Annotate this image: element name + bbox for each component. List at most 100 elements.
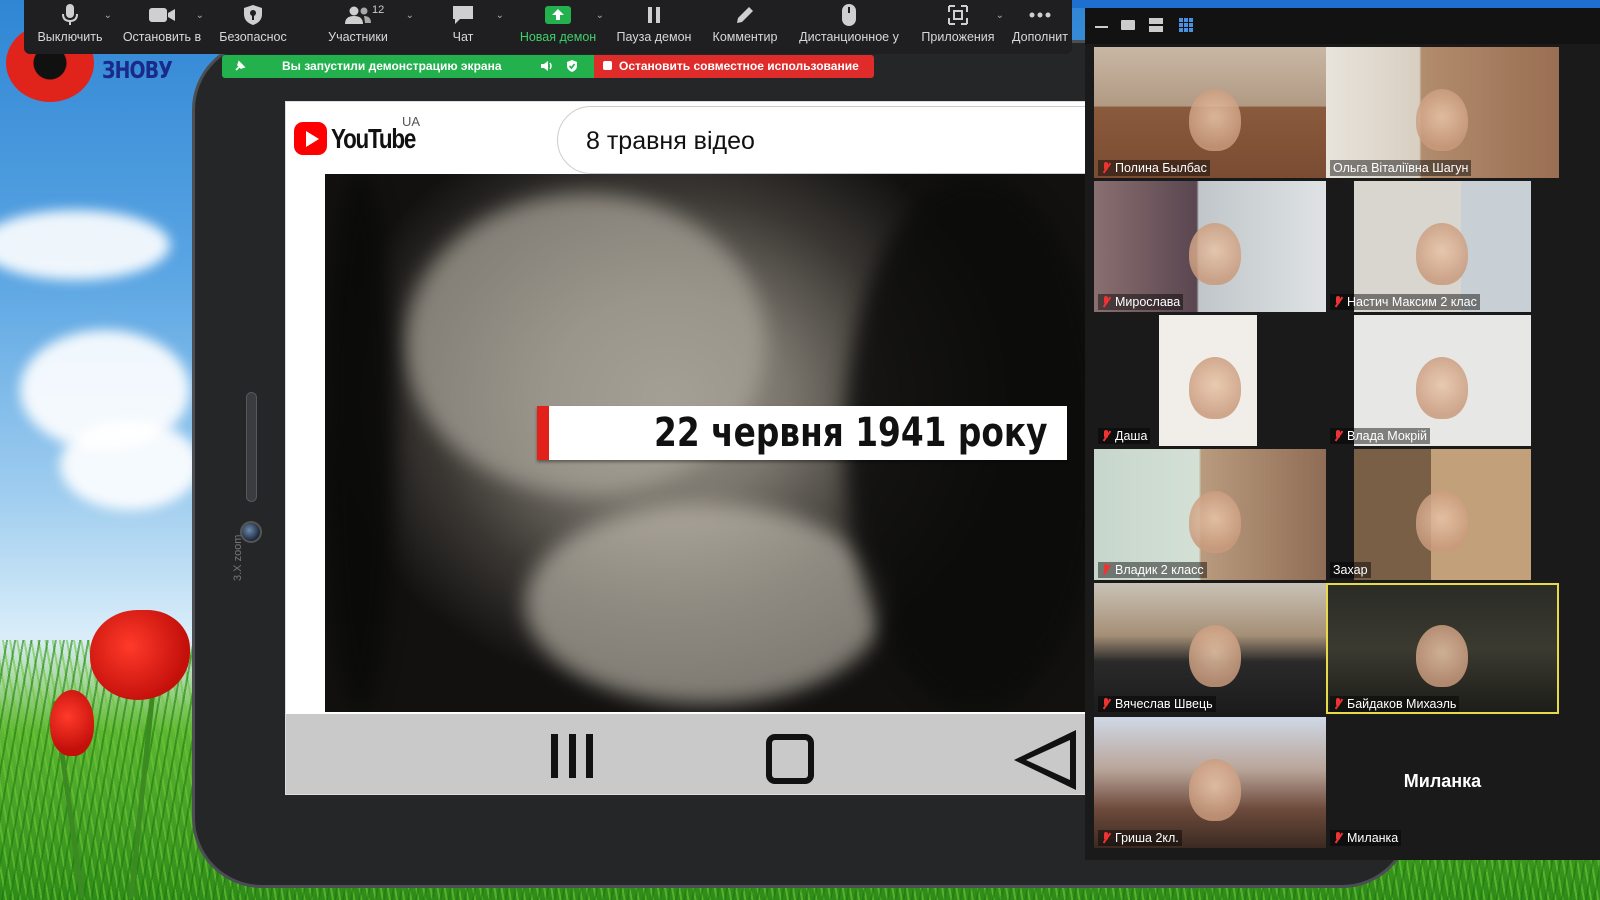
gallery-view-icon[interactable]	[1179, 18, 1193, 32]
cloud	[60, 420, 200, 510]
toolbar-button-share-screen[interactable]: ⌄ Новая демон	[508, 0, 608, 54]
toolbar-label: Выключить	[37, 30, 103, 44]
muted-microphone-icon	[1333, 698, 1343, 710]
toolbar-button-shield[interactable]: Безопаснос	[208, 0, 298, 54]
participant-tile[interactable]: Байдаков Михаэль	[1326, 583, 1559, 714]
participant-video-face	[1189, 625, 1241, 687]
gallery-header	[1085, 8, 1600, 44]
participant-tile[interactable]: Настич Максим 2 клас	[1326, 181, 1559, 312]
toolbar-button-microphone[interactable]: ⌄ Выключить	[24, 0, 116, 54]
participant-tile[interactable]: Ольга Віталіївна Шагун	[1326, 47, 1559, 178]
toolbar-button-pause[interactable]: Пауза демон	[608, 0, 700, 54]
stop-share-button[interactable]: Остановить совместное использование	[594, 55, 874, 78]
participant-name: Настич Максим 2 клас	[1347, 295, 1477, 309]
participant-name-tag: Захар	[1330, 562, 1371, 578]
participant-name: Миланка	[1347, 831, 1399, 845]
mouse-icon	[829, 0, 869, 30]
participant-placeholder-name: Миланка	[1403, 771, 1482, 791]
home-icon[interactable]	[766, 734, 814, 784]
muted-microphone-icon	[1101, 698, 1111, 710]
video-date-caption: 22 червня 1941 року	[537, 406, 1067, 460]
muted-microphone-icon	[1101, 296, 1111, 308]
chevron-down-icon[interactable]: ⌄	[996, 10, 1004, 21]
cloud	[0, 210, 170, 280]
stop-icon	[603, 61, 612, 70]
participant-tile[interactable]: Полина Былбас	[1094, 47, 1327, 178]
toolbar-label: Чат	[452, 30, 474, 44]
youtube-search-input[interactable]: 8 травня відео	[557, 106, 1085, 174]
participant-name-tag: Байдаков Михаэль	[1330, 696, 1460, 712]
participant-name: Владик 2 класс	[1115, 563, 1204, 577]
share-screen-icon	[538, 0, 578, 30]
pencil-icon	[725, 0, 765, 30]
back-icon[interactable]	[1014, 730, 1076, 790]
participant-tile[interactable]: Вячеслав Швець	[1094, 583, 1327, 714]
participant-name: Ольга Віталіївна Шагун	[1333, 161, 1469, 175]
android-navigation-bar	[286, 714, 1085, 794]
toolbar-label: Пауза демон	[616, 30, 692, 44]
muted-microphone-icon	[1101, 564, 1111, 576]
toolbar-label: Новая демон	[519, 30, 597, 44]
chevron-down-icon[interactable]: ⌄	[196, 10, 204, 21]
participant-video-face	[1189, 89, 1241, 151]
toolbar-label: Дополнит	[1012, 30, 1068, 44]
participant-tile[interactable]: Захар	[1326, 449, 1559, 580]
toolbar-label: Остановить в	[122, 30, 202, 44]
chevron-down-icon[interactable]: ⌄	[406, 10, 414, 21]
toolbar-button-participants[interactable]: 12 ⌄ Участники	[298, 0, 418, 54]
participant-tile[interactable]: Гриша 2кл.	[1094, 717, 1327, 848]
chat-icon	[443, 0, 483, 30]
video-frame-shadow	[325, 174, 395, 712]
chevron-down-icon[interactable]: ⌄	[596, 10, 604, 21]
participant-name-tag: Вячеслав Швець	[1098, 696, 1216, 712]
toolbar-button-apps[interactable]: ⌄ Приложения	[908, 0, 1008, 54]
participant-name-tag: Настич Максим 2 клас	[1330, 294, 1480, 310]
participant-tile[interactable]: Владик 2 класс	[1094, 449, 1327, 580]
toolbar-button-more[interactable]: Дополнит	[1008, 0, 1072, 54]
participant-tile[interactable]: Даша	[1094, 315, 1327, 446]
speaker-view-icon[interactable]	[1149, 18, 1163, 32]
video-player[interactable]: 22 червня 1941 року	[325, 174, 1085, 712]
shield-icon	[233, 0, 273, 30]
thumbnail-view-icon[interactable]	[1121, 20, 1135, 30]
muted-microphone-icon	[1333, 296, 1343, 308]
participant-name-tag: Гриша 2кл.	[1098, 830, 1182, 846]
security-shield-icon	[567, 60, 577, 72]
chevron-down-icon[interactable]: ⌄	[104, 10, 112, 21]
screen-share-bar: Вы запустили демонстрацию экрана Останов…	[222, 55, 874, 78]
participant-video-face	[1189, 491, 1241, 553]
toolbar-label: Приложения	[921, 30, 995, 44]
chevron-down-icon[interactable]: ⌄	[496, 10, 504, 21]
participant-name-tag: Мирослава	[1098, 294, 1184, 310]
participant-name-tag: Миланка	[1330, 830, 1402, 846]
minimize-icon[interactable]	[1095, 26, 1108, 28]
toolbar-label: Безопаснос	[219, 30, 287, 44]
toolbar-button-mouse[interactable]: Дистанционное у	[790, 0, 908, 54]
search-query-text: 8 травня відео	[586, 127, 755, 155]
participant-name: Гриша 2кл.	[1115, 831, 1179, 845]
share-status[interactable]: Вы запустили демонстрацию экрана	[222, 55, 594, 78]
participant-tile[interactable]: Влада Мокрій	[1326, 315, 1559, 446]
participant-name-tag: Влада Мокрій	[1330, 428, 1430, 444]
participant-name-tag: Ольга Віталіївна Шагун	[1330, 160, 1472, 176]
toolbar-button-video-camera[interactable]: ⌄ Остановить в	[116, 0, 208, 54]
participant-name-tag: Владик 2 класс	[1098, 562, 1207, 578]
participant-video-face	[1416, 357, 1468, 419]
toolbar-button-pencil[interactable]: Комментир	[700, 0, 790, 54]
participant-video-face	[1416, 491, 1468, 553]
participant-name-tag: Полина Былбас	[1098, 160, 1210, 176]
toolbar-label: Участники	[328, 30, 388, 44]
pause-icon	[634, 0, 674, 30]
toolbar-label: Комментир	[712, 30, 778, 44]
participant-tile[interactable]: Мирослава	[1094, 181, 1327, 312]
recent-apps-icon[interactable]	[551, 734, 593, 778]
muted-microphone-icon	[1333, 832, 1343, 844]
muted-microphone-icon	[1101, 162, 1111, 174]
pin-icon	[235, 60, 246, 71]
toolbar-label: Дистанционное у	[799, 30, 899, 44]
participant-name: Влада Мокрій	[1347, 429, 1427, 443]
toolbar-button-chat[interactable]: ⌄ Чат	[418, 0, 508, 54]
video-frame-texture	[525, 504, 885, 704]
participant-tile[interactable]: Миланка Миланка	[1326, 717, 1559, 848]
muted-microphone-icon	[1333, 430, 1343, 442]
